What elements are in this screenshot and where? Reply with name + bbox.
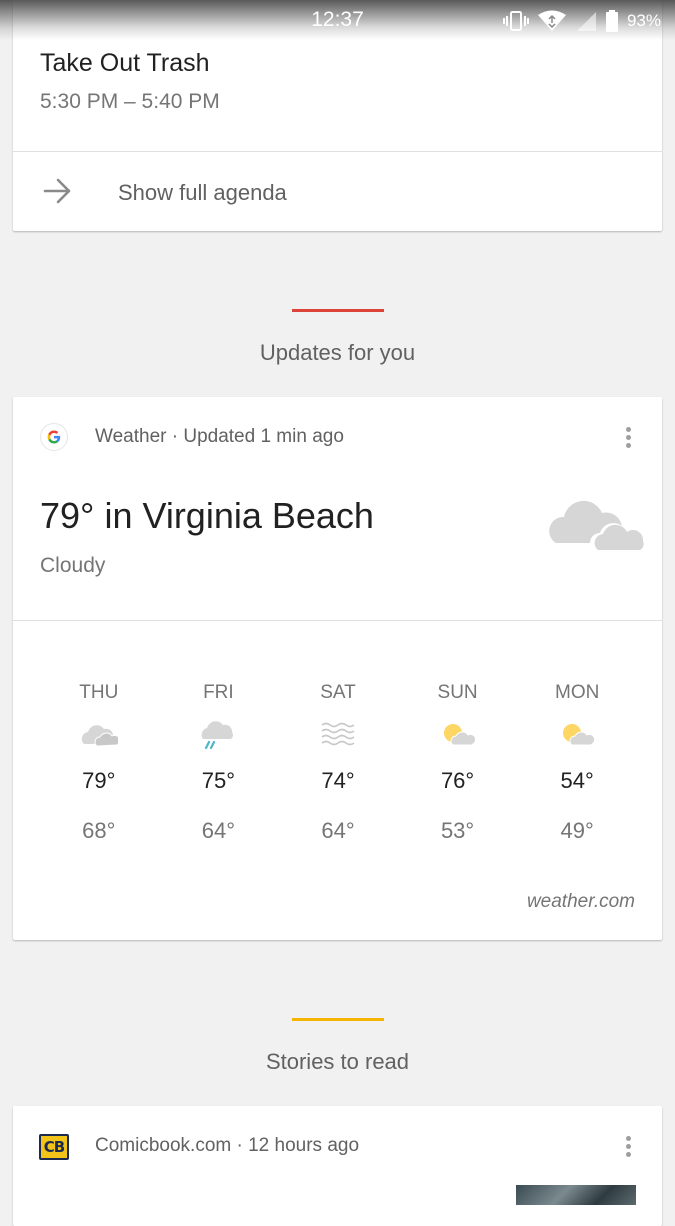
story-source: Comicbook.com · 12 hours ago bbox=[95, 1135, 360, 1156]
status-bar: 12:37 93% bbox=[0, 0, 675, 40]
event-time: 5:30 PM – 5:40 PM bbox=[40, 90, 220, 113]
haze-icon bbox=[278, 714, 398, 756]
battery-icon bbox=[605, 10, 619, 32]
wifi-icon bbox=[537, 10, 567, 32]
day-name: SAT bbox=[320, 682, 356, 703]
day-name: THU bbox=[79, 682, 119, 703]
cloudy-icon bbox=[546, 495, 646, 560]
day-low: 64° bbox=[321, 818, 355, 843]
vibrate-icon bbox=[502, 10, 529, 32]
day-high: 54° bbox=[560, 768, 594, 793]
rain-icon bbox=[159, 714, 279, 756]
more-options-icon[interactable] bbox=[626, 1136, 632, 1158]
stories-accent-rule bbox=[292, 1018, 384, 1021]
forecast: THU 79° 68° FRI 75° 64° SAT 74° 64° SUN bbox=[39, 682, 637, 844]
battery-percent: 93% bbox=[626, 11, 661, 30]
comicbook-logo: CB bbox=[39, 1134, 69, 1160]
forecast-day: FRI 75° 64° bbox=[159, 682, 279, 844]
forecast-day: MON 54° 49° bbox=[517, 682, 637, 844]
day-name: FRI bbox=[203, 682, 234, 703]
day-name: MON bbox=[555, 682, 600, 703]
show-full-agenda-label: Show full agenda bbox=[118, 180, 287, 205]
forecast-day: THU 79° 68° bbox=[39, 682, 159, 844]
status-icons: 93% bbox=[502, 8, 661, 34]
day-low: 68° bbox=[82, 818, 116, 843]
day-high: 74° bbox=[321, 768, 355, 793]
partly-sunny-icon bbox=[517, 714, 637, 756]
weather-condition: Cloudy bbox=[40, 554, 106, 577]
day-low: 64° bbox=[201, 818, 236, 843]
day-low: 49° bbox=[560, 818, 594, 843]
day-high: 76° bbox=[440, 768, 475, 793]
event-title[interactable]: Take Out Trash bbox=[40, 49, 210, 78]
weather-source: Weather · Updated 1 min ago bbox=[95, 426, 344, 447]
more-options-icon[interactable] bbox=[626, 427, 632, 449]
day-high: 75° bbox=[201, 768, 236, 793]
weather-headline: 79° in Virginia Beach bbox=[40, 495, 374, 536]
story-thumbnail[interactable] bbox=[516, 1185, 636, 1205]
stories-section-title: Stories to read bbox=[265, 1049, 410, 1074]
signal-icon bbox=[575, 10, 597, 32]
updates-section-title: Updates for you bbox=[259, 340, 416, 365]
show-full-agenda-link[interactable]: Show full agenda bbox=[13, 152, 662, 231]
story-card[interactable]: CB Comicbook.com · 12 hours ago bbox=[13, 1106, 662, 1226]
google-icon bbox=[40, 423, 68, 451]
divider bbox=[13, 620, 662, 621]
cloudy-icon bbox=[39, 714, 159, 756]
arrow-right-icon bbox=[43, 177, 73, 210]
weather-card[interactable]: Weather · Updated 1 min ago 79° in Virgi… bbox=[13, 397, 662, 940]
forecast-day: SUN 76° 53° bbox=[398, 682, 518, 844]
day-low: 53° bbox=[440, 818, 475, 843]
weather-attribution-link[interactable]: weather.com bbox=[527, 891, 635, 913]
forecast-day: SAT 74° 64° bbox=[278, 682, 398, 844]
partly-sunny-icon bbox=[398, 714, 518, 756]
day-high: 79° bbox=[82, 768, 116, 793]
day-name: SUN bbox=[437, 682, 478, 703]
updates-accent-rule bbox=[292, 309, 384, 312]
